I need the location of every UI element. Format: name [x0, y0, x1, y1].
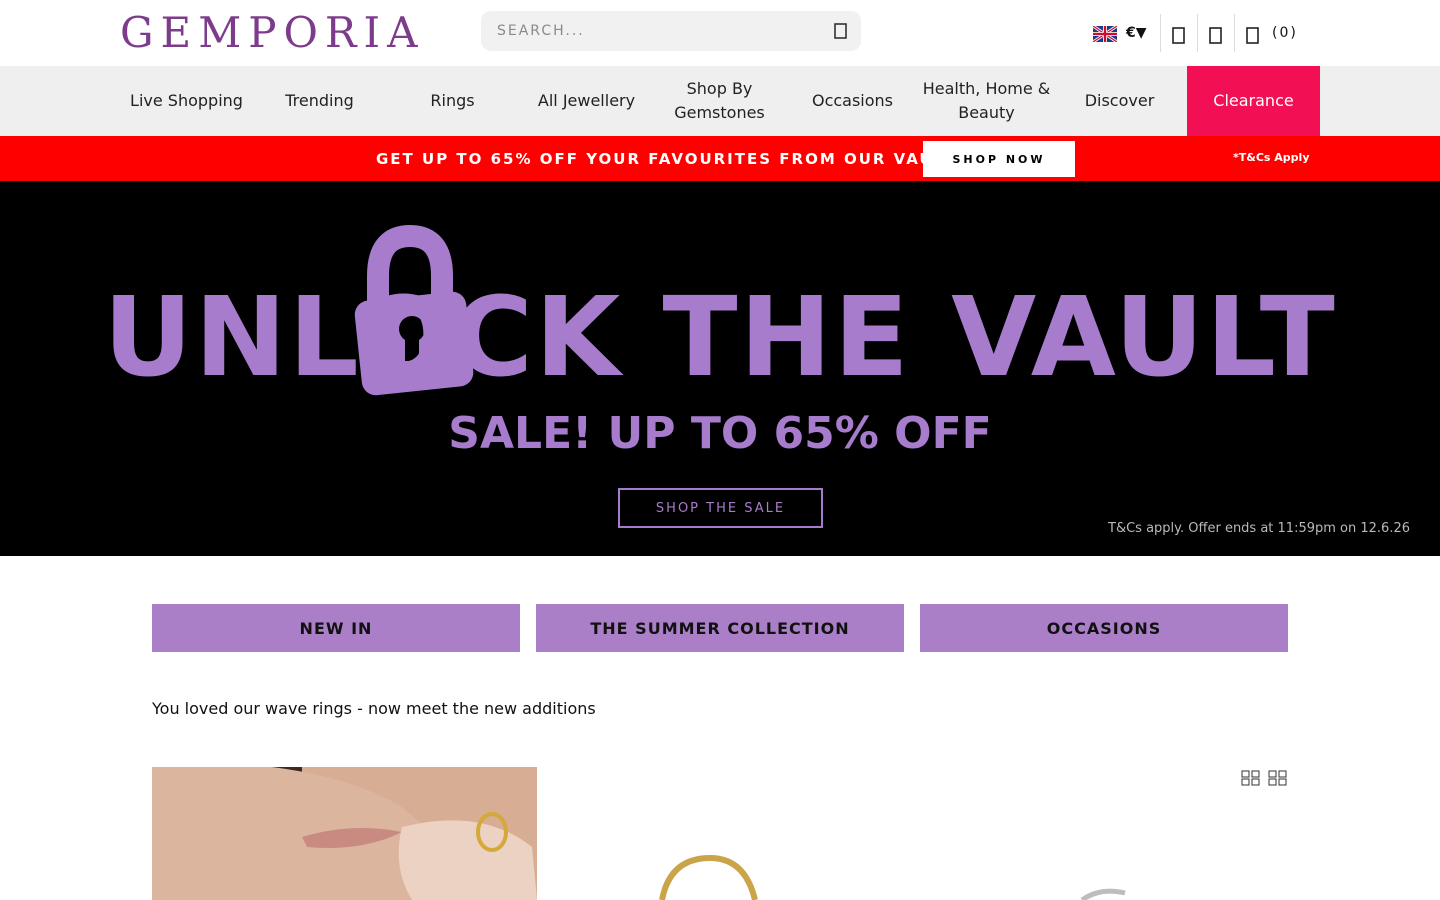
promo-bar: GET UP TO 65% OFF YOUR FAVOURITES FROM O… — [0, 136, 1440, 181]
nav-item-shop-by-gemstones[interactable]: Shop By Gemstones — [653, 66, 786, 136]
hero-subtitle: SALE! UP TO 65% OFF — [448, 408, 992, 459]
promo-text: GET UP TO 65% OFF YOUR FAVOURITES FROM O… — [376, 150, 964, 168]
promo-tcs-link[interactable]: *T&Cs Apply — [1233, 151, 1310, 165]
hero-banner[interactable]: UNLOCK THE VAULT SALE! UP TO 65% OFF SHO… — [0, 181, 1440, 556]
gold-ring-product-image[interactable] — [650, 850, 770, 900]
header-divider — [1234, 14, 1235, 52]
category-occasions[interactable]: OCCASIONS — [920, 604, 1288, 652]
bag-icon[interactable] — [1244, 24, 1262, 46]
search-icon[interactable] — [831, 21, 851, 41]
main-nav: Live Shopping Trending Rings All Jewelle… — [0, 66, 1440, 136]
nav-item-trending[interactable]: Trending — [253, 66, 386, 136]
intro-text: You loved our wave rings - now meet the … — [152, 699, 596, 718]
shop-the-sale-button[interactable]: SHOP THE SALE — [618, 488, 823, 528]
search-input[interactable] — [481, 11, 821, 51]
bag-count[interactable]: (0) — [1272, 24, 1298, 42]
search-bar — [481, 11, 861, 51]
promo-shop-now-button[interactable]: SHOP NOW — [923, 141, 1075, 177]
hero-title: UNLOCK THE VAULT — [103, 273, 1337, 401]
nav-item-rings[interactable]: Rings — [386, 66, 519, 136]
header-divider — [1160, 14, 1161, 52]
silver-ring-product-image[interactable] — [1080, 885, 1140, 900]
category-summer-collection[interactable]: THE SUMMER COLLECTION — [536, 604, 904, 652]
model-ring-photo[interactable] — [152, 767, 537, 900]
nav-item-clearance[interactable]: Clearance — [1187, 66, 1320, 136]
nav-item-occasions[interactable]: Occasions — [786, 66, 919, 136]
nav-item-discover[interactable]: Discover — [1053, 66, 1186, 136]
uk-flag-icon[interactable] — [1093, 26, 1117, 42]
currency-selector[interactable]: €▼ — [1126, 24, 1147, 42]
grid-view-4-icon[interactable] — [1268, 770, 1288, 786]
header-divider — [1197, 14, 1198, 52]
site-header: GEMPORIA €▼ (0) — [0, 0, 1440, 66]
nav-item-live-shopping[interactable]: Live Shopping — [120, 66, 253, 136]
wishlist-icon[interactable] — [1207, 24, 1225, 46]
nav-item-all-jewellery[interactable]: All Jewellery — [520, 66, 653, 136]
nav-item-health-home-beauty[interactable]: Health, Home & Beauty — [920, 66, 1053, 136]
category-new-in[interactable]: NEW IN — [152, 604, 520, 652]
grid-view-2-icon[interactable] — [1241, 770, 1261, 786]
hero-tcs-text: T&Cs apply. Offer ends at 11:59pm on 12.… — [1108, 521, 1410, 536]
site-logo[interactable]: GEMPORIA — [120, 8, 424, 58]
account-icon[interactable] — [1170, 24, 1188, 46]
